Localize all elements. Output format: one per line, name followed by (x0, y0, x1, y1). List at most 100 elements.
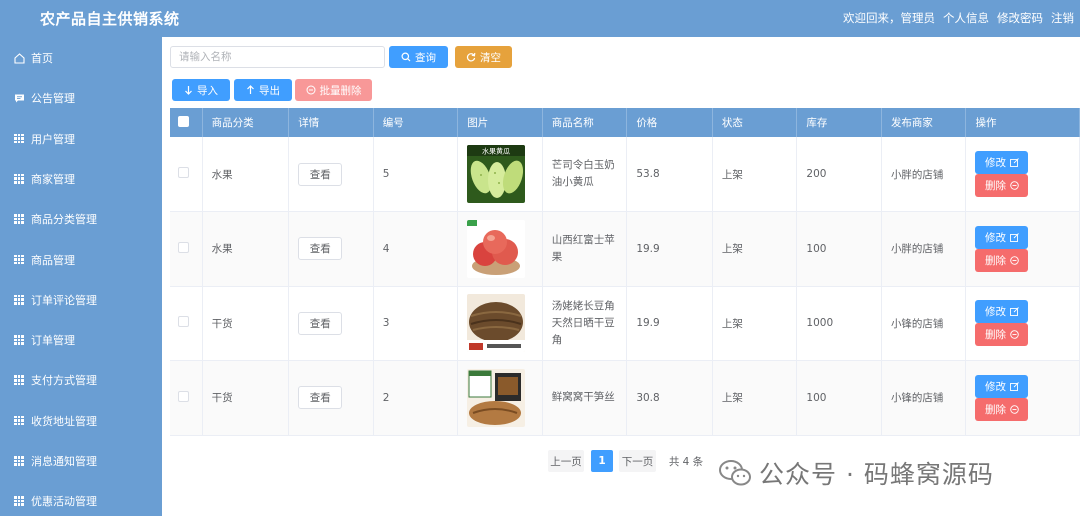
view-detail-button[interactable]: 查看 (298, 386, 343, 410)
actions-cell: 修改删除 (965, 137, 1080, 212)
col-header: 详情 (288, 108, 374, 137)
sidebar-item-order[interactable]: 订单管理 (0, 320, 162, 360)
sidebar-item-address[interactable]: 收货地址管理 (0, 401, 162, 441)
price-cell: 30.8 (626, 360, 713, 436)
merchant-cell: 小锋的店铺 (881, 286, 967, 361)
status-cell: 上架 (712, 360, 798, 436)
sidebar-item-goods-category[interactable]: 商品分类管理 (0, 199, 162, 239)
category-cell: 水果 (202, 211, 290, 287)
sidebar-item-user[interactable]: 用户管理 (0, 119, 162, 159)
name-cell: 芒司令白玉奶油小黄瓜 (542, 137, 628, 212)
export-button[interactable]: 导出 (234, 79, 292, 101)
search-input[interactable] (170, 46, 385, 68)
watermark: 公众号 · 码蜂窝源码 (719, 455, 994, 491)
delete-button[interactable]: 删除 (975, 397, 1029, 421)
col-header: 发布商家 (881, 108, 967, 137)
row-select-cell (170, 211, 203, 287)
clear-label: 清空 (480, 51, 501, 64)
product-name: 汤姥姥长豆角天然日晒干豆角 (551, 299, 615, 346)
sidebar-item-label: 收货地址管理 (31, 414, 97, 428)
edit-button[interactable]: 修改 (975, 151, 1029, 174)
merchant-cell: 小胖的店铺 (881, 137, 967, 212)
detail-cell: 查看 (288, 360, 374, 436)
arrow-up-icon (247, 85, 254, 94)
row-select-cell (170, 286, 203, 361)
sidebar-item-promotion[interactable]: 优惠活动管理 (0, 481, 162, 516)
clear-button[interactable]: 清空 (455, 46, 512, 68)
sidebar-item-label: 首页 (31, 52, 53, 65)
sidebar-item-message[interactable]: 消息通知管理 (0, 441, 162, 481)
sidebar: 首页公告管理用户管理商家管理商品分类管理商品管理订单评论管理订单管理支付方式管理… (0, 37, 162, 516)
edit-icon (1010, 381, 1019, 391)
delete-button[interactable]: 删除 (975, 248, 1029, 272)
grid-icon (13, 173, 25, 185)
remove-circle-icon (1010, 330, 1019, 339)
sidebar-item-goods[interactable]: 商品管理 (0, 240, 162, 280)
table-row: 干货 查看 3 汤姥姥长豆角天然日晒干豆角 19.9 上架 1000 小锋的店铺 修改 删除 (170, 286, 1080, 361)
sidebar-item-label: 公告管理 (31, 92, 75, 106)
row-checkbox[interactable] (178, 390, 189, 402)
sidebar-item-order-comment[interactable]: 订单评论管理 (0, 280, 162, 320)
row-checkbox[interactable] (178, 167, 189, 178)
table-row: 水果 查看 4 山西红富士苹果 19.9 上架 100 小胖的店铺 修改 删除 (170, 211, 1080, 287)
view-detail-button[interactable]: 查看 (298, 162, 343, 186)
import-button[interactable]: 导入 (172, 79, 230, 101)
remove-circle-icon (1010, 256, 1019, 265)
row-select-cell (170, 137, 203, 212)
prev-page-button[interactable]: 上一页 (548, 450, 584, 472)
delete-label: 删除 (984, 180, 1006, 192)
app-title: 农产品自主供销系统 (40, 10, 180, 28)
chat-icon (13, 92, 25, 104)
remove-circle-icon (306, 85, 315, 95)
product-image: 水果黄瓜 (467, 145, 526, 203)
edit-icon (1010, 232, 1019, 242)
delete-label: 删除 (984, 329, 1006, 342)
sidebar-item-notice[interactable]: 公告管理 (0, 78, 162, 118)
view-detail-button[interactable]: 查看 (298, 311, 343, 335)
edit-icon (1010, 158, 1019, 167)
row-checkbox[interactable] (178, 316, 189, 328)
row-select-cell (170, 360, 203, 436)
edit-button[interactable]: 修改 (975, 374, 1029, 398)
category-cell: 干货 (202, 286, 290, 361)
logout-link[interactable]: 注销 (1051, 10, 1074, 26)
actions-cell: 修改删除 (965, 286, 1080, 361)
price-cell: 19.9 (626, 286, 713, 361)
page-number-current[interactable]: 1 (591, 450, 613, 472)
delete-label: 删除 (984, 403, 1006, 416)
row-checkbox[interactable] (178, 241, 189, 253)
sidebar-item-merchant[interactable]: 商家管理 (0, 159, 162, 199)
sidebar-item-home[interactable]: 首页 (0, 38, 162, 78)
status-cell: 上架 (712, 286, 798, 361)
grid-icon (13, 213, 25, 225)
batch-delete-button[interactable]: 批量删除 (295, 79, 372, 101)
name-cell: 山西红富士苹果 (542, 211, 628, 287)
sidebar-item-label: 商家管理 (31, 172, 75, 186)
edit-button[interactable]: 修改 (975, 225, 1029, 249)
grid-icon (13, 415, 25, 427)
delete-button[interactable]: 删除 (975, 323, 1029, 347)
sidebar-item-label: 订单管理 (31, 334, 75, 348)
col-header: 商品名称 (542, 108, 628, 137)
import-label: 导入 (197, 84, 218, 97)
change-password-link[interactable]: 修改密码 (997, 10, 1043, 26)
home-icon (13, 52, 25, 64)
view-detail-button[interactable]: 查看 (298, 237, 343, 261)
name-cell: 鲜窝窝干笋丝 (542, 360, 628, 436)
id-cell: 3 (373, 286, 459, 361)
query-button[interactable]: 查询 (389, 46, 448, 68)
goods-table: 商品分类 详情 编号 图片 商品名称 价格 状态 库存 发布商家 操作 水果 查看… (170, 108, 1080, 436)
select-all-checkbox[interactable] (178, 115, 189, 127)
sidebar-item-payment[interactable]: 支付方式管理 (0, 360, 162, 400)
delete-button[interactable]: 删除 (975, 174, 1029, 197)
edit-button[interactable]: 修改 (975, 300, 1029, 324)
stock-cell: 200 (796, 137, 882, 212)
grid-icon (13, 374, 25, 386)
grid-icon (13, 495, 25, 507)
profile-link[interactable]: 个人信息 (943, 10, 989, 26)
sidebar-item-label: 商品管理 (31, 253, 75, 267)
next-page-button[interactable]: 下一页 (619, 450, 656, 472)
search-icon (401, 52, 411, 62)
detail-cell: 查看 (288, 137, 374, 212)
product-name: 山西红富士苹果 (551, 233, 615, 263)
